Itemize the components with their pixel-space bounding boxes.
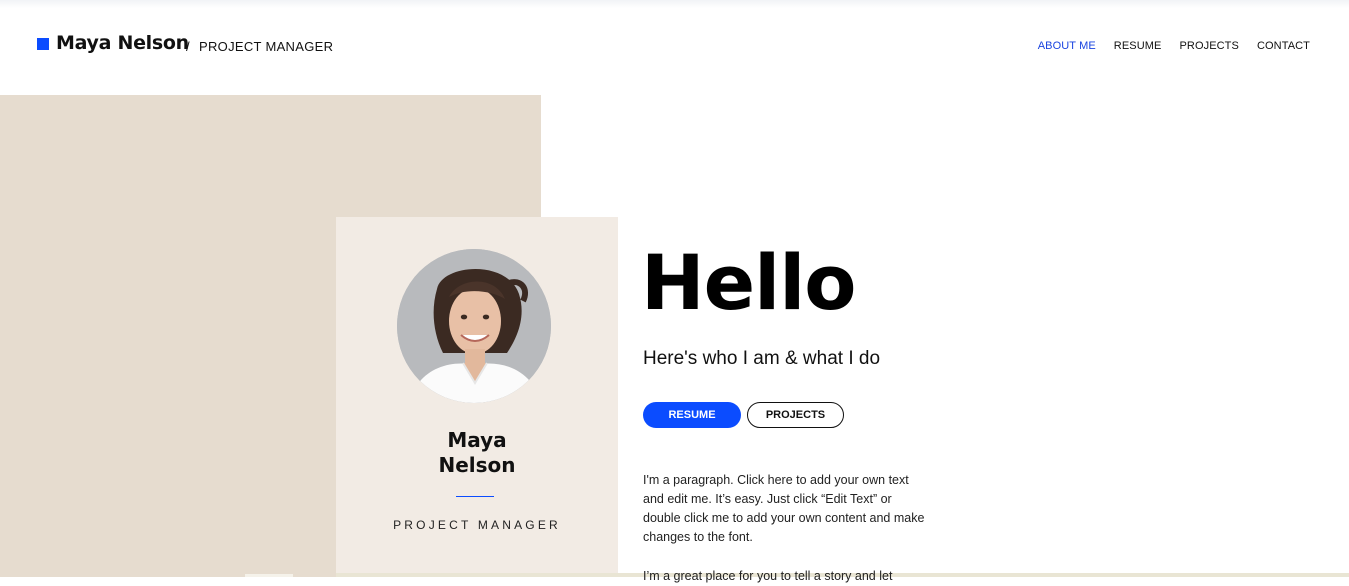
- header-shadow: [0, 0, 1349, 8]
- intro-paragraph[interactable]: I'm a paragraph. Click here to add your …: [643, 471, 928, 547]
- logo-square-icon: [37, 38, 49, 50]
- card-role: PROJECT MANAGER: [393, 518, 561, 532]
- hero-greeting: Hello: [641, 238, 856, 327]
- nav-about-me[interactable]: ABOUT ME: [1038, 40, 1096, 52]
- card-divider: [456, 496, 494, 497]
- profile-card: Maya Nelson PROJECT MANAGER: [336, 217, 618, 577]
- title-separator: /: [186, 39, 190, 54]
- site-owner-name[interactable]: Maya Nelson: [56, 32, 189, 54]
- nav-contact[interactable]: CONTACT: [1257, 40, 1310, 52]
- projects-button[interactable]: PROJECTS: [747, 402, 844, 428]
- nav-resume[interactable]: RESUME: [1114, 40, 1162, 52]
- hero-subtitle: Here's who I am & what I do: [643, 348, 881, 369]
- nav-projects[interactable]: PROJECTS: [1179, 40, 1238, 52]
- portrait-image: [397, 249, 551, 403]
- resume-button[interactable]: RESUME: [643, 402, 741, 428]
- site-owner-role: PROJECT MANAGER: [199, 39, 334, 54]
- main-nav: ABOUT ME RESUME PROJECTS CONTACT: [1038, 40, 1310, 52]
- card-last-name: Nelson: [438, 453, 516, 477]
- profile-photo-avatar: [397, 249, 551, 403]
- card-first-name: Maya: [447, 428, 507, 452]
